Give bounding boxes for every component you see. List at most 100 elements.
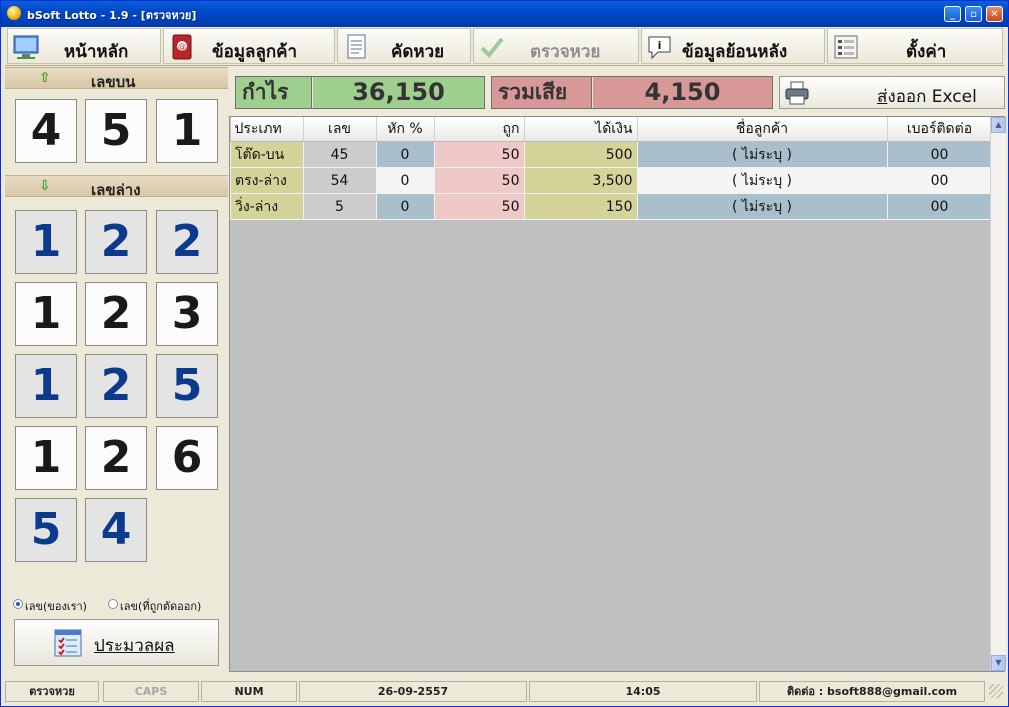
lower-digit: 2 <box>85 282 147 346</box>
header-phone[interactable]: เบอร์ติดต่อ <box>887 117 993 142</box>
check-lotto-button[interactable]: ตรวจหวย <box>473 28 639 64</box>
table-cell[interactable]: 00 <box>886 141 993 168</box>
history-button[interactable]: i ข้อมูลย้อนหลัง <box>641 28 825 64</box>
lower-header: ⇩ เลขล่าง <box>5 175 228 199</box>
table-cell[interactable]: ตรง-ล่าง <box>230 167 304 194</box>
check-lotto-label: ตรวจหวย <box>530 42 601 62</box>
loss-label: รวมเสีย <box>492 77 592 108</box>
header-hit[interactable]: ถูก <box>434 117 525 142</box>
select-lotto-label: คัดหวย <box>391 42 445 62</box>
table-body: โต๊ด-บน 45 0 50 500( ไม่ระบุ ) 00 ตรง-ล่าง 54 0 5… <box>230 141 993 220</box>
table-cell[interactable]: 50 <box>433 167 525 194</box>
table-cell[interactable]: ( ไม่ระบุ ) <box>636 193 888 220</box>
table-cell[interactable]: 5 <box>302 193 377 220</box>
header-deduct[interactable]: หัก % <box>376 117 435 142</box>
table-cell[interactable]: 50 <box>433 193 525 220</box>
customers-button[interactable]: @ ข้อมูลลูกค้า <box>163 28 335 64</box>
app-window: bSoft Lotto - 1.9 - [ตรวจหวย] _ ▫ ✕ หน้า… <box>0 0 1009 707</box>
status-bar: ตรวจหวย CAPS NUM 26-09-2557 14:05 ติดต่อ… <box>5 678 1005 704</box>
status-time: 14:05 <box>529 681 757 702</box>
customers-label: ข้อมูลลูกค้า <box>212 42 298 62</box>
table-row[interactable]: ตรง-ล่าง 54 0 50 3,500( ไม่ระบุ ) 00 <box>230 167 993 194</box>
table-row[interactable]: วิ่ง-ล่าง 5 0 50 150( ไม่ระบุ ) 00 <box>230 193 993 220</box>
lower-digit: 1 <box>15 210 77 274</box>
main-toolbar: หน้าหลัก @ ข้อมูลลูกค้า คัดหวย ตรวจหวย i… <box>5 27 1004 66</box>
table-cell[interactable]: โต๊ด-บน <box>230 141 304 168</box>
export-excel-button[interactable]: ส่งออก Excel <box>779 76 1005 109</box>
table-cell[interactable]: 150 <box>523 193 638 220</box>
table-cell[interactable]: 0 <box>375 167 435 194</box>
lower-digit: 1 <box>15 426 77 490</box>
scroll-down-button[interactable]: ▼ <box>991 655 1006 671</box>
table-header-row: ประเภท เลข หัก % ถูก ได้เงิน ชื่อลูกค้า … <box>230 117 993 142</box>
status-caps: CAPS <box>103 681 199 702</box>
loss-value: 4,150 <box>593 77 772 108</box>
address-book-icon: @ <box>172 34 192 60</box>
header-customer[interactable]: ชื่อลูกค้า <box>637 117 888 142</box>
lower-digit: 3 <box>156 282 218 346</box>
checklist-icon <box>54 629 82 657</box>
header-type[interactable]: ประเภท <box>230 117 304 142</box>
table-cell[interactable]: 0 <box>375 193 435 220</box>
table-cell[interactable]: 00 <box>886 193 993 220</box>
maximize-button[interactable]: ▫ <box>965 6 982 22</box>
window-title: bSoft Lotto - 1.9 - [ตรวจหวย] <box>27 9 197 22</box>
export-label: ส่งออก Excel <box>877 83 977 110</box>
table-cell[interactable]: ( ไม่ระบุ ) <box>636 141 888 168</box>
home-label: หน้าหลัก <box>64 42 129 62</box>
process-button[interactable]: ประมวลผล <box>14 619 219 666</box>
app-icon <box>7 6 21 20</box>
header-money[interactable]: ได้เงิน <box>524 117 638 142</box>
resize-grip-icon[interactable] <box>989 684 1003 698</box>
process-label: ประมวลผล <box>94 636 175 656</box>
history-label: ข้อมูลย้อนหลัง <box>682 42 788 62</box>
numbers-panel: ⇧ เลขบน 451 ⇩ เลขล่าง 12212312512654 เลข… <box>5 67 228 671</box>
lower-digit: 1 <box>15 282 77 346</box>
number-mode-radios: เลข(ของเรา) เลข(ที่ถูกตัดออก) <box>13 595 225 615</box>
lower-digit: 5 <box>156 354 218 418</box>
radio-ours[interactable] <box>13 599 23 609</box>
table-cell[interactable]: 54 <box>302 167 377 194</box>
lower-digit: 2 <box>85 426 147 490</box>
lower-digit: 4 <box>85 498 147 562</box>
radio-cut[interactable] <box>108 599 118 609</box>
checkmark-icon <box>480 37 504 58</box>
select-lotto-button[interactable]: คัดหวย <box>337 28 471 64</box>
upper-label: เลขบน <box>91 73 136 91</box>
lower-label: เลขล่าง <box>91 181 141 199</box>
printer-icon <box>785 81 809 105</box>
svg-text:i: i <box>658 39 662 52</box>
home-button[interactable]: หน้าหลัก <box>7 28 161 64</box>
title-bar[interactable]: bSoft Lotto - 1.9 - [ตรวจหวย] _ ▫ ✕ <box>1 1 1008 27</box>
export-hotkey: ส <box>877 87 888 107</box>
settings-panel-icon <box>834 35 858 59</box>
settings-label: ตั้งค่า <box>906 42 947 62</box>
close-button[interactable]: ✕ <box>986 6 1003 22</box>
results-grid[interactable]: ประเภท เลข หัก % ถูก ได้เงิน ชื่อลูกค้า … <box>229 116 1006 672</box>
svg-text:@: @ <box>178 42 186 51</box>
status-num: NUM <box>201 681 297 702</box>
table-cell[interactable]: 45 <box>302 141 377 168</box>
export-label-rest: ่งออก Excel <box>887 87 977 107</box>
table-cell[interactable]: วิ่ง-ล่าง <box>230 193 304 220</box>
settings-button[interactable]: ตั้งค่า <box>827 28 1003 64</box>
radio-cut-label[interactable]: เลข(ที่ถูกตัดออก) <box>120 597 201 615</box>
table-cell[interactable]: 50 <box>433 141 525 168</box>
table-cell[interactable]: 0 <box>375 141 435 168</box>
document-icon <box>347 34 366 59</box>
table-row[interactable]: โต๊ด-บน 45 0 50 500( ไม่ระบุ ) 00 <box>230 141 993 168</box>
vertical-scrollbar[interactable]: ▲ ▼ <box>990 117 1006 671</box>
table-cell[interactable]: 500 <box>523 141 638 168</box>
upper-header: ⇧ เลขบน <box>5 67 228 91</box>
header-number[interactable]: เลข <box>303 117 377 142</box>
table-cell[interactable]: 00 <box>886 167 993 194</box>
upper-digit: 1 <box>156 99 218 163</box>
scroll-up-button[interactable]: ▲ <box>991 117 1006 133</box>
minimize-button[interactable]: _ <box>944 6 961 22</box>
upper-digit: 4 <box>15 99 77 163</box>
table-cell[interactable]: ( ไม่ระบุ ) <box>636 167 888 194</box>
status-date: 26-09-2557 <box>299 681 527 702</box>
table-cell[interactable]: 3,500 <box>523 167 638 194</box>
radio-ours-label[interactable]: เลข(ของเรา) <box>25 597 87 615</box>
up-arrow-icon: ⇧ <box>39 70 51 86</box>
